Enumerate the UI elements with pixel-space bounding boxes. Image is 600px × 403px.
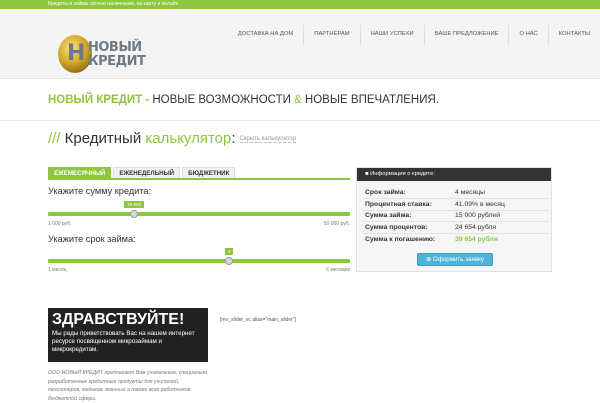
credit-info-table: Срок займа: 4 месяцы Процентная ставка: 41… [363, 187, 549, 245]
slider-shortcode: [rev_slider_vc alias="main_slider"] [220, 317, 296, 323]
coin-logo-icon: Н [58, 35, 92, 73]
tab-budget[interactable]: БЮДЖЕТНИК [182, 167, 236, 178]
credit-info-header: ■ Информация о кредите: [357, 168, 551, 181]
calculator-tabs: ЕЖЕМЕСЯЧНЫЙ ЕЖЕНЕДЕЛЬНЫЙ БЮДЖЕТНИК [48, 167, 350, 180]
credit-info-panel: ■ Информация о кредите: Срок займа: 4 мес… [356, 167, 552, 272]
amount-max: 50 000 руб. [323, 221, 350, 227]
tab-weekly[interactable]: ЕЖЕНЕДЕЛЬНЫЙ [113, 167, 181, 178]
table-row: Сумма процентов: 24 654 рубля [363, 221, 549, 234]
term-value-badge: 4 [224, 248, 234, 255]
table-row: Сумма займа: 15 000 рублей [363, 210, 549, 222]
nav-item-about[interactable]: О НАС [508, 25, 547, 45]
main-nav: ДОСТАВКА НА ДОМ ПАРТНЁРАМ НАШИ УСПЕХИ ВА… [228, 25, 600, 45]
logo-text-line1: НОВЫЙ [88, 40, 142, 55]
hide-calculator-link[interactable]: Скрыть калькулятор [239, 136, 297, 144]
table-row: Процентная ставка: 41.09% в месяц [363, 198, 549, 211]
amount-label: Укажите сумму кредита: [48, 186, 152, 196]
amount-min: 1 000 руб. [48, 221, 72, 227]
welcome-text: Мы рады приветствовать Вас на нашем инте… [52, 330, 195, 353]
term-slider-handle[interactable] [225, 257, 234, 265]
apply-button[interactable]: ⊕ Оформить заявку [417, 253, 493, 266]
nav-item-partners[interactable]: ПАРТНЁРАМ [303, 25, 359, 45]
tagline: НОВЫЙ КРЕДИТ - НОВЫЕ ВОЗМОЖНОСТИ & НОВЫЕ… [0, 79, 600, 121]
welcome-box: ЗДРАВСТВУЙТЕ! Мы рады приветствовать Вас… [48, 308, 208, 362]
welcome-title: ЗДРАВСТВУЙТЕ! [52, 311, 185, 328]
term-min: 1 месяц [48, 267, 67, 273]
calculator-title: /// Кредитный калькулятор: Скрыть калькул… [48, 130, 297, 147]
site-logo[interactable]: Н НОВЫЙ КРЕДИТ [58, 35, 162, 73]
nav-item-delivery[interactable]: ДОСТАВКА НА ДОМ [228, 25, 303, 45]
term-slider[interactable]: 4 [48, 248, 350, 265]
table-row: Сумма к погашению: 39 654 рубля [365, 235, 498, 243]
amount-slider[interactable]: 15 000 [48, 201, 350, 218]
amount-value-badge: 15 000 [124, 201, 145, 208]
plus-circle-icon: ⊕ [426, 256, 433, 263]
tab-monthly[interactable]: ЕЖЕМЕСЯЧНЫЙ [48, 167, 112, 178]
nav-item-success[interactable]: НАШИ УСПЕХИ [359, 25, 424, 45]
table-row: Срок займа: 4 месяцы [363, 187, 549, 199]
term-label: Укажите срок займа: [48, 234, 136, 244]
nav-item-offer[interactable]: ВАШЕ ПРЕДЛОЖЕНИЕ [423, 25, 509, 45]
nav-item-contacts[interactable]: КОНТАКТЫ [547, 25, 600, 45]
about-text: ООО НОВЫЙ КРЕДИТ предлагает Вам уникальн… [48, 370, 208, 402]
logo-text-line2: КРЕДИТ [88, 54, 146, 69]
term-max: 6 месяцев [326, 267, 350, 273]
top-bar: Кредиты и займы срочно наличными, на кар… [0, 0, 600, 9]
amount-slider-handle[interactable] [130, 210, 139, 218]
site-header: Н НОВЫЙ КРЕДИТ ДОСТАВКА НА ДОМ ПАРТНЁРАМ… [0, 9, 600, 79]
top-bar-text: Кредиты и займы срочно наличными, на кар… [48, 1, 179, 7]
tagline-brand: НОВЫЙ КРЕДИТ [48, 94, 143, 106]
